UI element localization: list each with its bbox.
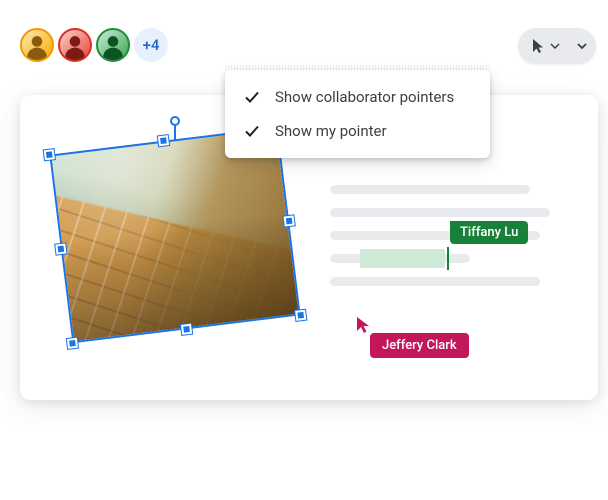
resize-handle-bl[interactable] <box>67 338 78 349</box>
rotation-connector <box>174 126 176 140</box>
text-line <box>330 208 550 217</box>
selection-frame <box>49 127 300 344</box>
check-icon <box>243 88 261 106</box>
collaborator-badge-tiffany: Tiffany Lu <box>450 221 528 244</box>
cursor-icon <box>532 38 546 54</box>
text-line-with-cursor <box>330 254 470 263</box>
menu-item-label: Show collaborator pointers <box>275 88 454 106</box>
avatar-3[interactable] <box>96 28 130 62</box>
resize-handle-tc[interactable] <box>158 135 169 146</box>
avatar-2[interactable] <box>58 28 92 62</box>
avatar-overflow-count[interactable]: +4 <box>134 28 168 62</box>
pointer-tool-button[interactable] <box>518 28 596 64</box>
image-content[interactable] <box>49 127 300 344</box>
resize-handle-bc[interactable] <box>181 324 192 335</box>
menu-item-show-collaborator-pointers[interactable]: Show collaborator pointers <box>225 80 490 114</box>
pointer-options-dropdown: Show collaborator pointers Show my point… <box>225 70 490 158</box>
resize-handle-tl[interactable] <box>44 149 55 160</box>
collaborator-avatars: +4 <box>20 28 168 62</box>
selected-image[interactable] <box>60 140 290 330</box>
chevron-down-icon <box>550 43 560 49</box>
resize-handle-br[interactable] <box>295 310 306 321</box>
collaborator-badge-jeffery: Jeffery Clark <box>370 333 469 358</box>
menu-item-show-my-pointer[interactable]: Show my pointer <box>225 114 490 148</box>
chevron-down-icon[interactable] <box>576 42 588 50</box>
check-icon <box>243 122 261 140</box>
resize-handle-mr[interactable] <box>284 215 295 226</box>
text-selection-highlight <box>360 249 445 268</box>
text-line <box>330 277 540 286</box>
rotation-handle[interactable] <box>170 116 180 126</box>
resize-handle-ml[interactable] <box>55 243 66 254</box>
menu-item-label: Show my pointer <box>275 122 387 140</box>
collaborator-caret <box>447 247 449 270</box>
avatar-1[interactable] <box>20 28 54 62</box>
text-line <box>330 185 530 194</box>
